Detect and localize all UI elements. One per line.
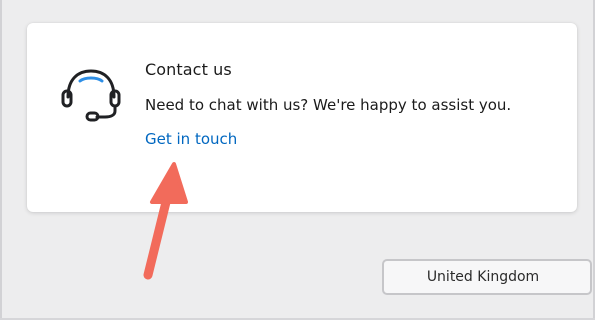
window-frame-left [0, 0, 2, 320]
region-select[interactable]: United Kingdom [382, 259, 592, 295]
contact-title: Contact us [145, 60, 232, 79]
region-select-value: United Kingdom [426, 269, 540, 285]
headset-icon [61, 69, 121, 122]
contact-description: Need to chat with us? We're happy to ass… [145, 96, 512, 114]
annotation-arrow [143, 162, 188, 280]
get-in-touch-link[interactable]: Get in touch [145, 130, 237, 148]
